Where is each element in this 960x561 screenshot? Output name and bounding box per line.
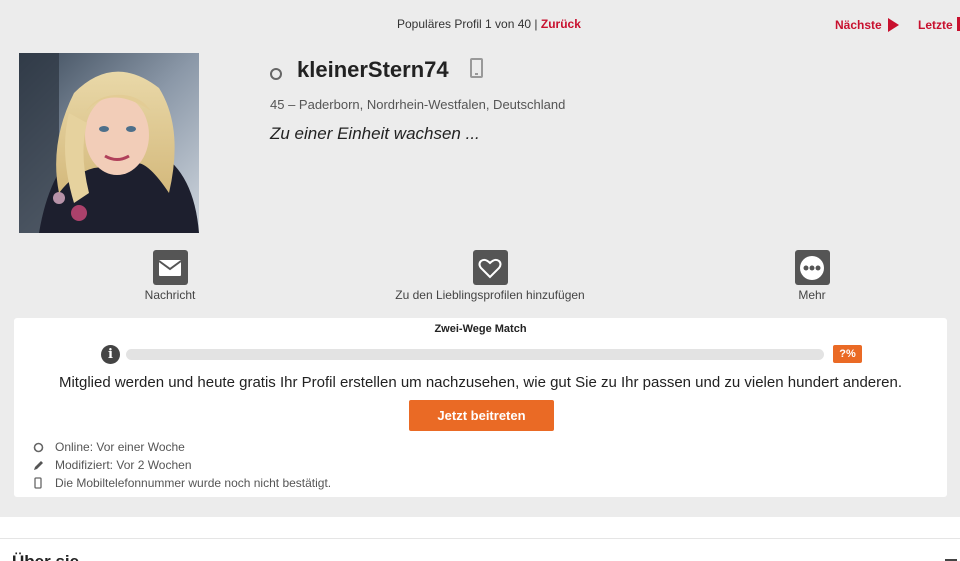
mobile-icon: [32, 477, 44, 489]
next-arrow-icon: [887, 18, 899, 32]
section-divider: [0, 538, 960, 539]
signup-prompt: Mitglied werden und heute gratis Ihr Pro…: [58, 374, 902, 391]
about-heading: Über sie: [12, 552, 79, 561]
profile-counter: Populäres Profil 1 von 40 | Zurück: [397, 17, 581, 31]
pencil-icon: [32, 459, 44, 471]
match-percent-badge: ?%: [833, 345, 862, 363]
more-button-label: Mehr: [798, 288, 826, 302]
heart-icon: [472, 250, 508, 285]
profile-navigation: Populäres Profil 1 von 40 | Zurück Nächs…: [0, 0, 960, 46]
mail-icon: [152, 250, 188, 285]
online-status-icon: [270, 68, 282, 80]
last-bar-icon: [956, 17, 960, 31]
match-panel: Zwei-Wege Match i ?% Mitglied werden und…: [14, 318, 947, 497]
more-icon: [794, 250, 830, 285]
last-link[interactable]: Letzte: [918, 17, 960, 32]
meta-modified-text: Modifiziert: Vor 2 Wochen: [55, 458, 192, 472]
add-favorite-label: Zu den Lieblingsprofilen hinzufügen: [395, 288, 585, 302]
info-icon[interactable]: i: [101, 345, 120, 364]
profile-photo-image: [19, 53, 199, 233]
mobile-phone-icon: [470, 58, 483, 78]
meta-mobile: Die Mobiltelefonnummer wurde noch nicht …: [32, 476, 331, 490]
join-button[interactable]: Jetzt beitreten: [409, 400, 554, 431]
profile-tagline: Zu einer Einheit wachsen ...: [270, 124, 480, 143]
last-link-label: Letzte: [918, 18, 953, 32]
next-link-label: Nächste: [835, 17, 882, 32]
match-title: Zwei-Wege Match: [434, 323, 527, 335]
next-link[interactable]: Nächste: [835, 17, 899, 32]
add-favorite-button[interactable]: Zu den Lieblingsprofilen hinzufügen: [380, 250, 600, 302]
back-link[interactable]: Zurück: [541, 17, 581, 31]
message-button[interactable]: Nachricht: [135, 250, 205, 302]
match-progress-bar: [126, 349, 824, 360]
meta-mobile-text: Die Mobiltelefonnummer wurde noch nicht …: [55, 476, 332, 490]
about-section: Über sie: [0, 517, 960, 561]
username: kleinerStern74: [297, 57, 449, 82]
meta-online: Online: Vor einer Woche: [32, 440, 185, 454]
profile-location: 45 – Paderborn, Nordrhein-Westfalen, Deu…: [270, 97, 566, 112]
more-button[interactable]: Mehr: [777, 250, 847, 302]
meta-modified: Modifiziert: Vor 2 Wochen: [32, 458, 192, 472]
profile-photo[interactable]: [19, 53, 199, 233]
online-status-icon: [32, 441, 44, 453]
meta-online-text: Online: Vor einer Woche: [55, 440, 185, 454]
message-button-label: Nachricht: [144, 288, 196, 302]
profile-counter-text: Populäres Profil 1 von 40 |: [397, 17, 538, 31]
